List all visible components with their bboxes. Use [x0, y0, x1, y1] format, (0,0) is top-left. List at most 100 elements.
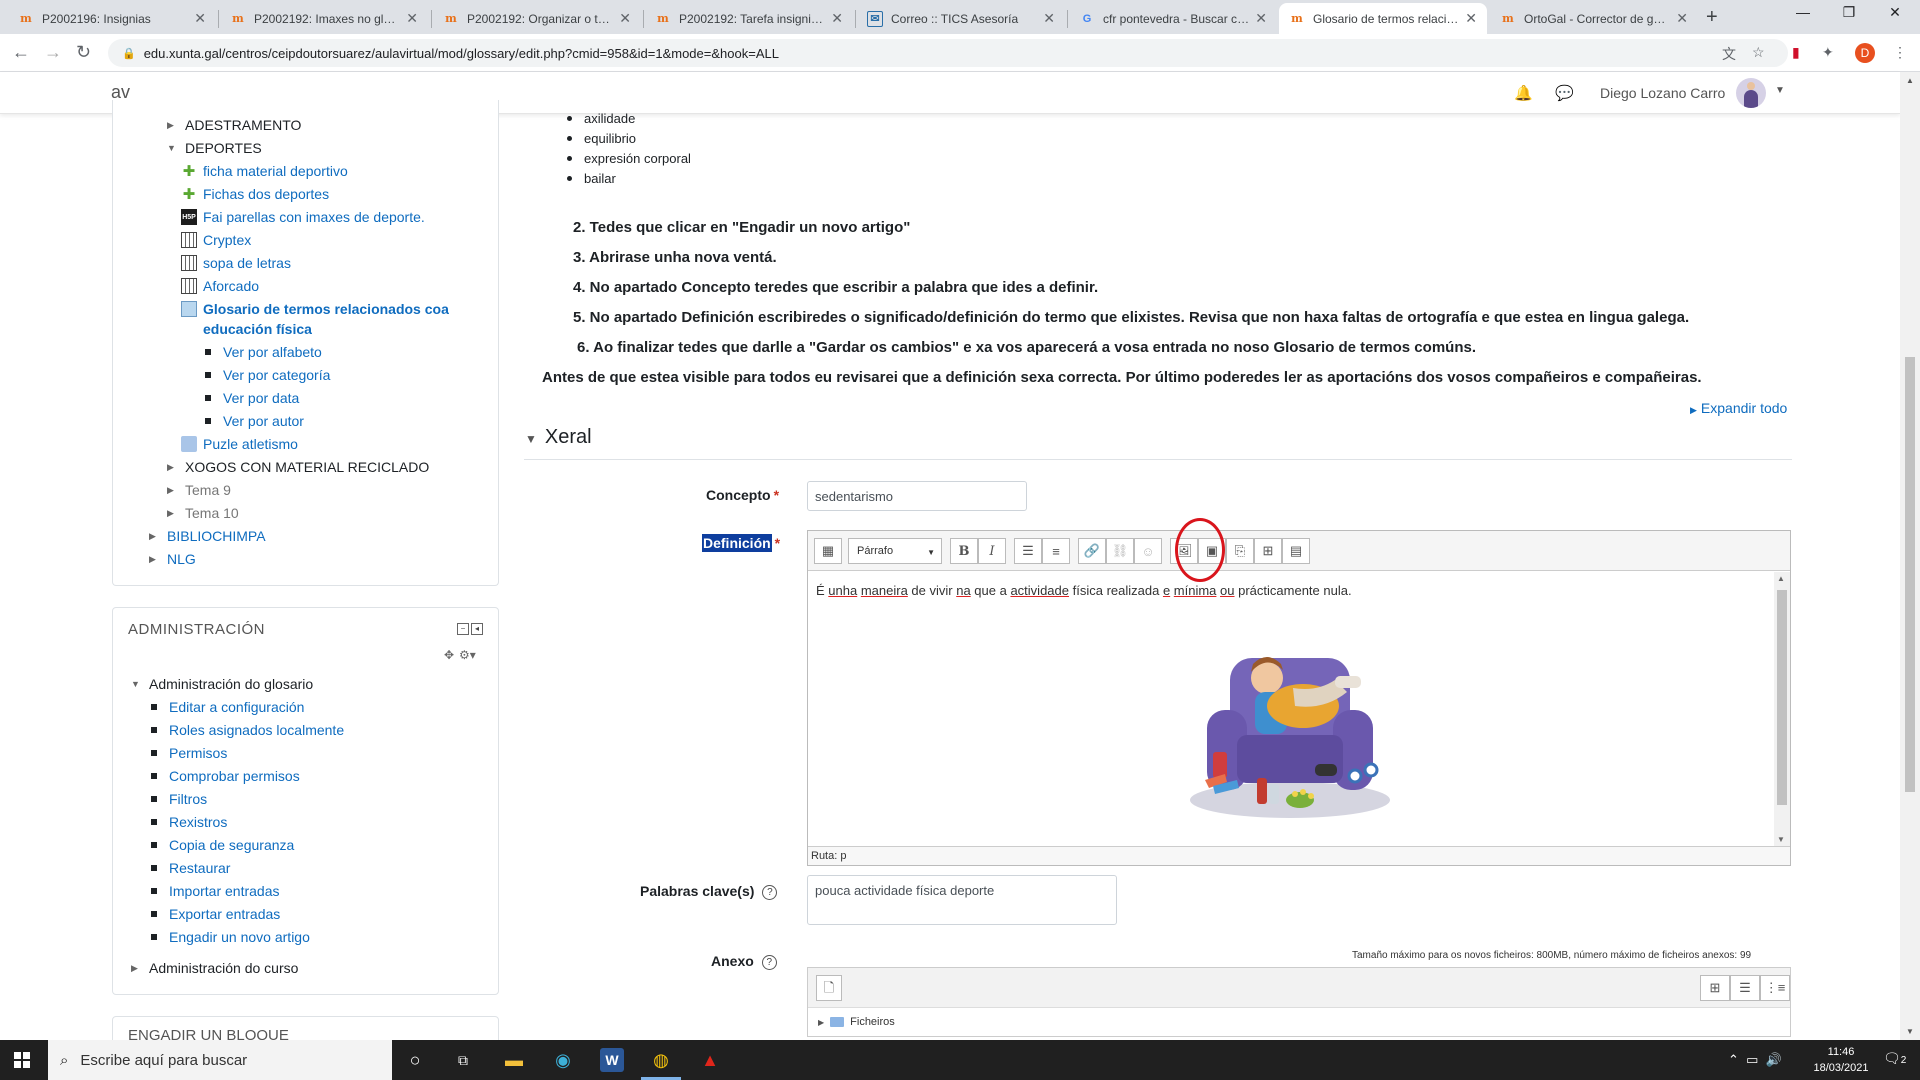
- chrome-icon[interactable]: ◍: [649, 1048, 673, 1072]
- unlink-icon[interactable]: ⛓: [1106, 538, 1134, 564]
- word-icon[interactable]: W: [600, 1048, 624, 1072]
- tree-item[interactable]: ▶ NLG: [149, 551, 196, 567]
- tree-item[interactable]: ▶ Tema 10: [167, 505, 239, 521]
- tree-item[interactable]: Ver por alfabeto: [205, 344, 322, 360]
- tree-item-current[interactable]: Glosario de termos relacionados coa: [181, 301, 449, 317]
- close-icon[interactable]: ✕: [194, 10, 206, 27]
- edge-icon[interactable]: ◉: [551, 1048, 575, 1072]
- browser-tab[interactable]: ✉ Correo :: TICS Asesoría ✕: [857, 3, 1065, 34]
- profile-avatar[interactable]: D: [1855, 43, 1875, 63]
- browser-tab[interactable]: m P2002192: Organizar o traballo ✕: [433, 3, 641, 34]
- tree-item[interactable]: ▶ Administración do curso: [131, 960, 298, 976]
- notifications-icon[interactable]: 🗨2: [1883, 1050, 1906, 1067]
- back-icon[interactable]: ←: [12, 42, 30, 63]
- browser-tab[interactable]: G cfr pontevedra - Buscar con Google ✕: [1069, 3, 1277, 34]
- browser-tab[interactable]: m OrtoGal - Corrector de galego ✕: [1490, 3, 1698, 34]
- restore-icon[interactable]: ❐: [1826, 4, 1872, 21]
- close-icon[interactable]: ✕: [1676, 10, 1688, 27]
- admin-item[interactable]: Exportar entradas: [151, 906, 280, 922]
- task-view-icon[interactable]: ⧉: [451, 1048, 475, 1072]
- browser-tab[interactable]: m P2002192: Tarefa insignia: Tu ✕: [645, 3, 853, 34]
- clock[interactable]: 11:46 18/03/2021: [1806, 1044, 1876, 1076]
- link-icon[interactable]: 🔗: [1078, 538, 1106, 564]
- close-window-icon[interactable]: ✕: [1872, 4, 1918, 21]
- menu-icon[interactable]: ⋮: [1893, 44, 1907, 61]
- admin-item[interactable]: Comprobar permisos: [151, 768, 300, 784]
- add-file-icon[interactable]: 🗋: [816, 975, 842, 1001]
- pdf-extension-icon[interactable]: ▮: [1792, 44, 1800, 61]
- browser-tab[interactable]: m P2002192: Imaxes no glosario ✕: [220, 3, 428, 34]
- close-icon[interactable]: ✕: [406, 10, 418, 27]
- tree-item[interactable]: ▶ BIBLIOCHIMPA: [149, 528, 266, 544]
- close-icon[interactable]: ✕: [831, 10, 843, 27]
- tree-item[interactable]: ✚ Fichas dos deportes: [181, 186, 329, 203]
- user-name[interactable]: Diego Lozano Carro: [1600, 85, 1725, 101]
- tree-item[interactable]: ▶ XOGOS CON MATERIAL RECICLADO: [167, 459, 429, 475]
- manage-files-icon[interactable]: ⎘: [1226, 538, 1254, 564]
- dock-icon[interactable]: ◂: [471, 623, 483, 635]
- list-view-icon[interactable]: ☰: [1730, 975, 1760, 1001]
- record-audio-icon[interactable]: ▤: [1282, 538, 1310, 564]
- close-icon[interactable]: ✕: [1043, 10, 1055, 27]
- admin-item[interactable]: Editar a configuración: [151, 699, 304, 715]
- file-explorer-icon[interactable]: ▬: [502, 1048, 526, 1072]
- gear-icon[interactable]: ⚙▾: [459, 648, 476, 662]
- acrobat-icon[interactable]: ▲: [698, 1048, 722, 1072]
- scroll-down-icon[interactable]: ▼: [1906, 1027, 1914, 1036]
- admin-item[interactable]: Filtros: [151, 791, 207, 807]
- italic-icon[interactable]: I: [978, 538, 1006, 564]
- help-icon[interactable]: ?: [762, 885, 778, 900]
- help-icon[interactable]: ?: [761, 955, 777, 970]
- messages-icon[interactable]: 💬: [1555, 84, 1574, 102]
- scroll-up-icon[interactable]: ▲: [1777, 574, 1785, 583]
- tree-view-icon[interactable]: ⋮≡: [1760, 975, 1790, 1001]
- tree-item[interactable]: ▶ Tema 9: [167, 482, 231, 498]
- tree-item[interactable]: Cryptex: [181, 232, 251, 248]
- grid-view-icon[interactable]: ⊞: [1700, 975, 1730, 1001]
- tree-item[interactable]: sopa de letras: [181, 255, 291, 271]
- scroll-down-icon[interactable]: ▼: [1777, 835, 1785, 844]
- tree-item[interactable]: ▼ DEPORTES: [167, 140, 262, 156]
- tree-item[interactable]: Puzle atletismo: [181, 436, 298, 452]
- tree-item[interactable]: Aforcado: [181, 278, 259, 294]
- forward-icon[interactable]: →: [44, 42, 62, 63]
- tree-item[interactable]: H5P Fai parellas con imaxes de deporte.: [181, 209, 425, 225]
- close-icon[interactable]: ✕: [1255, 10, 1267, 27]
- reload-icon[interactable]: ↻: [76, 42, 91, 63]
- user-avatar[interactable]: [1736, 78, 1766, 108]
- bold-icon[interactable]: B: [950, 538, 978, 564]
- paragraph-format-select[interactable]: Párrafo ▼: [848, 538, 942, 564]
- windows-start-icon[interactable]: [14, 1052, 30, 1068]
- keywords-input[interactable]: pouca actividade física deporte: [807, 875, 1117, 925]
- admin-item[interactable]: Restaurar: [151, 860, 230, 876]
- unordered-list-icon[interactable]: ☰: [1014, 538, 1042, 564]
- browser-tab-active[interactable]: m Glosario de termos relacionados ✕: [1279, 3, 1487, 34]
- tree-item-current[interactable]: educación física: [203, 321, 312, 337]
- cortana-icon[interactable]: ○: [403, 1048, 427, 1072]
- taskbar-search[interactable]: ⌕ Escribe aquí para buscar: [48, 1040, 392, 1080]
- tree-item[interactable]: ✚ ficha material deportivo: [181, 163, 348, 180]
- notifications-bell-icon[interactable]: 🔔: [1514, 84, 1533, 102]
- emoticon-icon[interactable]: ☺: [1134, 538, 1162, 564]
- admin-item[interactable]: Importar entradas: [151, 883, 280, 899]
- toolbar-toggle-icon[interactable]: ▦: [814, 538, 842, 564]
- extensions-icon[interactable]: ✦: [1822, 44, 1834, 61]
- minimize-icon[interactable]: —: [1780, 4, 1826, 20]
- star-icon[interactable]: ☆: [1752, 44, 1765, 61]
- admin-item[interactable]: Engadir un novo artigo: [151, 929, 310, 945]
- tree-item[interactable]: ▼ Administración do glosario: [131, 676, 313, 692]
- ordered-list-icon[interactable]: ≡: [1042, 538, 1070, 564]
- concept-input[interactable]: [807, 481, 1027, 511]
- tree-item[interactable]: Ver por categoría: [205, 367, 330, 383]
- expand-all-link[interactable]: ▶ Expandir todo: [1690, 400, 1787, 416]
- page-scrollbar[interactable]: ▲ ▼: [1900, 72, 1920, 1040]
- tree-item[interactable]: Ver por autor: [205, 413, 304, 429]
- close-icon[interactable]: ✕: [1465, 10, 1477, 27]
- files-folder[interactable]: ▶ Ficheiros: [818, 1016, 895, 1028]
- editor-scrollbar[interactable]: ▲ ▼: [1774, 572, 1790, 846]
- tree-item[interactable]: ▶ ADESTRAMENTO: [167, 117, 301, 133]
- address-bar[interactable]: 🔒 edu.xunta.gal/centros/ceipdoutorsuarez…: [108, 39, 1788, 67]
- h5p-insert-icon[interactable]: ⊞: [1254, 538, 1282, 564]
- admin-item[interactable]: Copia de seguranza: [151, 837, 294, 853]
- admin-item[interactable]: Roles asignados localmente: [151, 722, 344, 738]
